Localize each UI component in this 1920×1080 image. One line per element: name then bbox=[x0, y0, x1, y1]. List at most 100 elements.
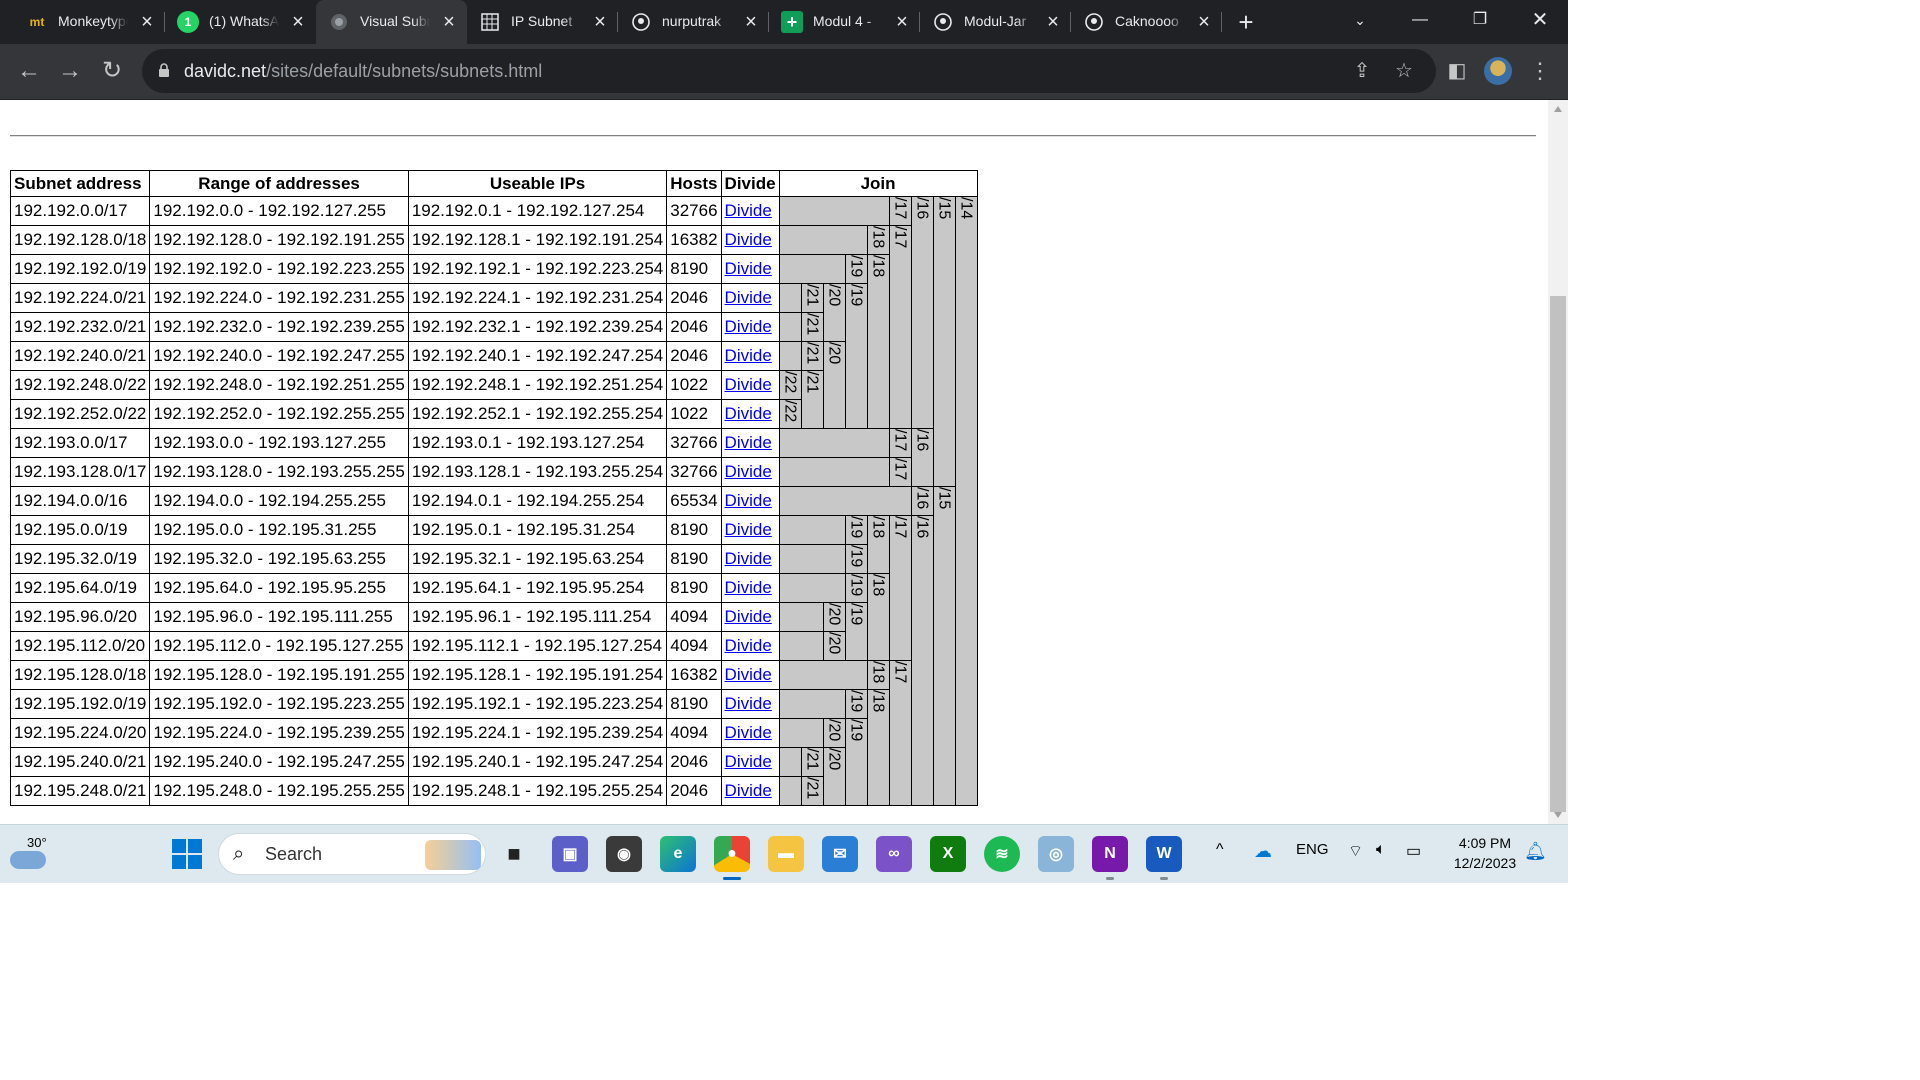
page-scrollbar[interactable] bbox=[1548, 100, 1568, 824]
tab-github-modul-jarkom[interactable]: Modul-Jar × bbox=[920, 0, 1071, 44]
join-cell[interactable]: /21 bbox=[800, 312, 824, 342]
word-icon[interactable]: W bbox=[1146, 836, 1182, 880]
address-bar[interactable]: davidc.net/sites/default/subnets/subnets… bbox=[142, 49, 1436, 93]
join-cell[interactable]: /18 bbox=[866, 573, 890, 661]
divide-link[interactable]: Divide bbox=[725, 230, 772, 249]
join-cell[interactable]: /21 bbox=[800, 283, 824, 313]
divide-link[interactable]: Divide bbox=[725, 752, 772, 771]
join-cell[interactable]: /21 bbox=[800, 370, 824, 429]
scrollbar-thumb[interactable] bbox=[1550, 296, 1566, 812]
bookmark-star-icon[interactable]: ☆ bbox=[1392, 59, 1416, 83]
chrome-icon[interactable]: ● bbox=[714, 836, 750, 880]
weather-widget[interactable]: 30° bbox=[8, 831, 54, 877]
join-cell[interactable]: /22 bbox=[778, 370, 802, 400]
close-tab-icon[interactable]: × bbox=[890, 10, 914, 34]
join-cell[interactable]: /19 bbox=[844, 573, 868, 603]
notification-bell-icon[interactable]: 🔔︎ bbox=[1524, 841, 1547, 862]
join-cell[interactable]: /20 bbox=[822, 631, 846, 661]
folder-icon[interactable]: ▬ bbox=[768, 836, 804, 872]
divide-link[interactable]: Divide bbox=[725, 259, 772, 278]
join-cell[interactable]: /18 bbox=[866, 689, 890, 806]
divide-link[interactable]: Divide bbox=[725, 520, 772, 539]
join-cell[interactable]: /17 bbox=[888, 515, 912, 661]
join-cell[interactable]: /22 bbox=[778, 399, 802, 429]
onenote-icon[interactable]: N bbox=[1092, 836, 1128, 880]
battery-icon[interactable]: ▭ bbox=[1406, 841, 1421, 861]
close-tab-icon[interactable]: × bbox=[1041, 10, 1065, 34]
divide-link[interactable]: Divide bbox=[725, 462, 772, 481]
minimize-button[interactable]: — bbox=[1390, 0, 1450, 40]
edge-icon[interactable]: e bbox=[660, 836, 696, 872]
tab-search-chevron-icon[interactable]: ⌄ bbox=[1330, 0, 1390, 40]
join-cell[interactable]: /20 bbox=[822, 718, 846, 748]
back-button[interactable]: ← bbox=[12, 54, 46, 88]
join-cell[interactable]: /17 bbox=[888, 428, 912, 458]
language-indicator[interactable]: ENG bbox=[1296, 841, 1329, 858]
join-cell[interactable]: /17 bbox=[888, 196, 912, 226]
divide-link[interactable]: Divide bbox=[725, 723, 772, 742]
close-tab-icon[interactable]: × bbox=[1192, 10, 1216, 34]
tab-visual-subnet-calculator[interactable]: Visual Subnet Calculator × bbox=[316, 0, 467, 44]
divide-link[interactable]: Divide bbox=[725, 404, 772, 423]
tab-modul-4[interactable]: + Modul 4 - × bbox=[769, 0, 920, 44]
divide-link[interactable]: Divide bbox=[725, 636, 772, 655]
url-text[interactable]: davidc.net/sites/default/subnets/subnets… bbox=[184, 61, 542, 82]
join-cell[interactable]: /18 bbox=[866, 254, 890, 429]
divide-link[interactable]: Divide bbox=[725, 607, 772, 626]
join-cell[interactable]: /17 bbox=[888, 660, 912, 806]
chat-icon[interactable]: ▣ bbox=[552, 836, 588, 872]
app-icon[interactable]: ◎ bbox=[1038, 836, 1074, 872]
join-cell[interactable]: /14 bbox=[954, 196, 978, 806]
scroll-up-arrow[interactable] bbox=[1554, 106, 1562, 112]
close-tab-icon[interactable]: × bbox=[135, 10, 159, 34]
divide-link[interactable]: Divide bbox=[725, 201, 772, 220]
join-cell[interactable]: /19 bbox=[844, 544, 868, 574]
taskbar-search-box[interactable]: ⌕ Search bbox=[218, 833, 486, 875]
wifi-icon[interactable]: ⌔ bbox=[1348, 841, 1363, 861]
camera-icon[interactable]: ◉ bbox=[606, 836, 642, 872]
forward-button[interactable]: → bbox=[53, 54, 87, 88]
join-cell[interactable]: /21 bbox=[800, 776, 824, 806]
join-cell[interactable]: /20 bbox=[822, 283, 846, 342]
restore-button[interactable]: ❐ bbox=[1450, 0, 1510, 40]
profile-avatar[interactable] bbox=[1484, 57, 1512, 85]
join-cell[interactable]: /20 bbox=[822, 602, 846, 632]
join-cell[interactable]: /21 bbox=[800, 341, 824, 371]
join-cell[interactable]: /16 bbox=[910, 486, 934, 516]
scroll-down-arrow[interactable] bbox=[1554, 812, 1562, 818]
tab-monkeytype[interactable]: mt Monkeytype × bbox=[14, 0, 165, 44]
reload-button[interactable]: ↻ bbox=[95, 54, 129, 88]
close-tab-icon[interactable]: × bbox=[437, 10, 461, 34]
join-cell[interactable]: /17 bbox=[888, 225, 912, 429]
visual-studio-icon[interactable]: ∞ bbox=[876, 836, 912, 872]
join-cell[interactable]: /18 bbox=[866, 660, 890, 690]
join-cell[interactable]: /19 bbox=[844, 254, 868, 284]
join-cell[interactable]: /20 bbox=[822, 747, 846, 806]
join-cell[interactable]: /19 bbox=[844, 602, 868, 661]
divide-link[interactable]: Divide bbox=[725, 491, 772, 510]
join-cell[interactable]: /16 bbox=[910, 515, 934, 806]
tab-github-nurputrak[interactable]: nurputrak × bbox=[618, 0, 769, 44]
join-cell[interactable]: /19 bbox=[844, 689, 868, 719]
share-icon[interactable]: ⇪ bbox=[1350, 59, 1374, 83]
menu-kebab-icon[interactable]: ⋮ bbox=[1523, 54, 1557, 88]
divide-link[interactable]: Divide bbox=[725, 781, 772, 800]
divide-link[interactable]: Divide bbox=[725, 665, 772, 684]
join-cell[interactable]: /18 bbox=[866, 515, 890, 574]
divide-link[interactable]: Divide bbox=[725, 317, 772, 336]
volume-icon[interactable]: 🔈︎ bbox=[1376, 841, 1386, 859]
join-cell[interactable]: /15 bbox=[932, 196, 956, 487]
divide-link[interactable]: Divide bbox=[725, 694, 772, 713]
new-tab-button[interactable]: + bbox=[1232, 8, 1260, 36]
divide-link[interactable]: Divide bbox=[725, 578, 772, 597]
join-cell[interactable]: /19 bbox=[844, 283, 868, 429]
join-cell[interactable]: /16 bbox=[910, 428, 934, 487]
divide-link[interactable]: Divide bbox=[725, 288, 772, 307]
close-window-button[interactable]: ✕ bbox=[1510, 0, 1570, 40]
join-cell[interactable]: /17 bbox=[888, 457, 912, 487]
task-view-icon[interactable]: ■ bbox=[496, 836, 532, 872]
tab-whatsapp[interactable]: 1 (1) WhatsApp × bbox=[165, 0, 316, 44]
close-tab-icon[interactable]: × bbox=[588, 10, 612, 34]
show-hidden-icons-chevron-icon[interactable]: ^ bbox=[1216, 841, 1224, 859]
side-panel-icon[interactable]: ◧ bbox=[1440, 54, 1474, 88]
